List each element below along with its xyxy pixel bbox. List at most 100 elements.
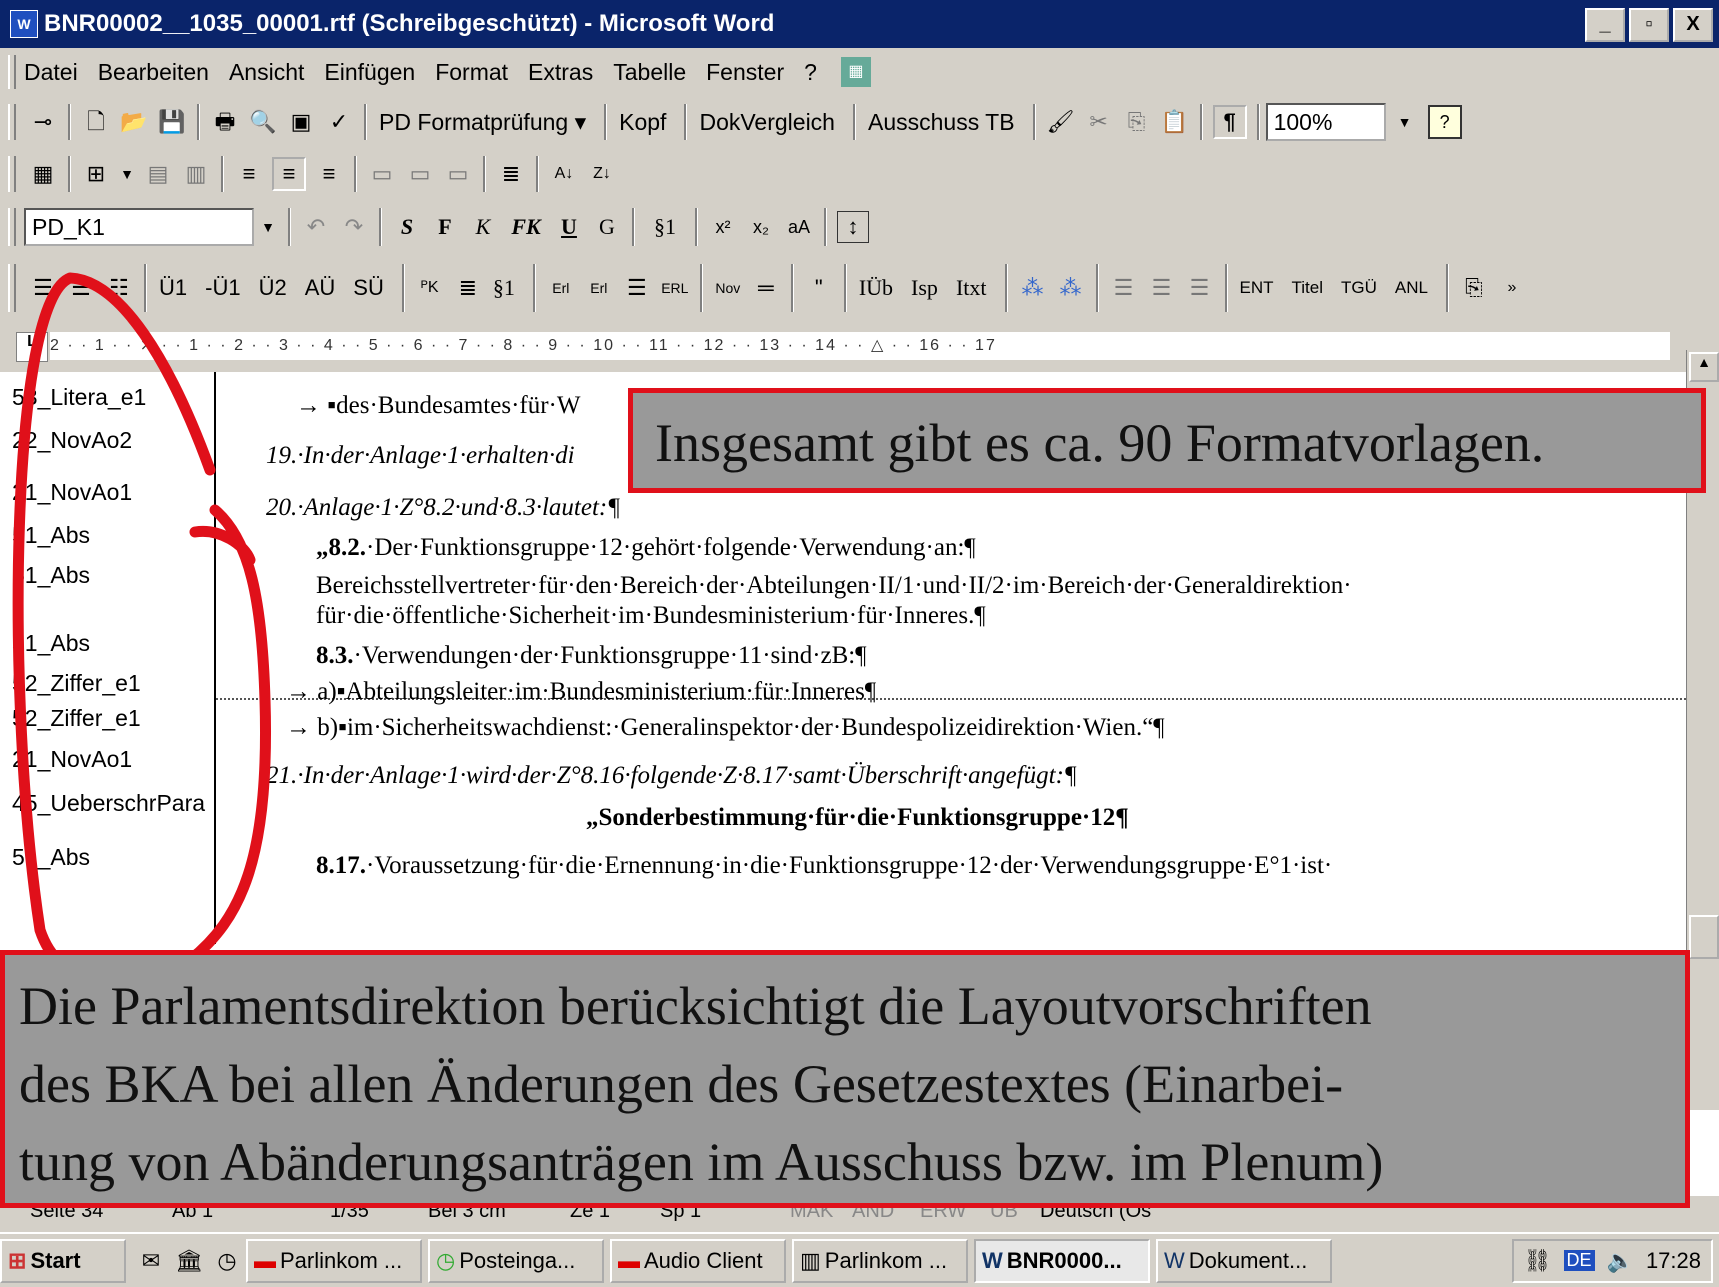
chevron-down-icon[interactable]: ▼ xyxy=(1390,107,1420,137)
word-app-icon[interactable]: W xyxy=(10,10,38,38)
indent2-icon[interactable]: ☰ xyxy=(1147,273,1177,303)
scroll-up-icon[interactable]: ▲ xyxy=(1689,352,1719,382)
cut-icon[interactable]: ✂ xyxy=(1084,107,1114,137)
taskbar-item[interactable]: ▥ Parlinkom ... xyxy=(792,1238,968,1283)
tgu-button[interactable]: TGÜ xyxy=(1335,278,1383,298)
paragraph-button[interactable]: §1 xyxy=(645,212,685,242)
double-line-icon[interactable]: ═ xyxy=(751,273,781,303)
tab-selector-icon[interactable]: L xyxy=(16,332,48,362)
indent-icon[interactable]: ☰ xyxy=(1109,273,1139,303)
dokvergleich-button[interactable]: DokVergleich xyxy=(693,109,841,136)
list-style2-icon[interactable]: ☰ xyxy=(66,273,96,303)
taskbar-item[interactable]: W Dokument... xyxy=(1156,1238,1332,1283)
menu-bearbeiten[interactable]: Bearbeiten xyxy=(98,59,209,86)
u2-button[interactable]: Ü2 xyxy=(253,275,293,301)
iub-button[interactable]: IÜb xyxy=(853,275,899,301)
su-button[interactable]: SÜ xyxy=(347,275,390,301)
track-changes-icon[interactable]: ⁂ xyxy=(1018,273,1048,303)
taskbar-item[interactable]: ◷ Posteinga... xyxy=(428,1238,604,1283)
sort-descending-icon[interactable]: Z↓ xyxy=(587,159,617,189)
pd-formatpruefung-button[interactable]: PD Formatprüfung ▾ xyxy=(373,109,592,136)
spellcheck-icon[interactable]: ✓ xyxy=(324,107,354,137)
start-button[interactable]: ⊞ Start xyxy=(0,1238,126,1283)
taskbar-item[interactable]: ▬ Audio Client xyxy=(610,1238,786,1283)
style-combo[interactable]: PD_K1 xyxy=(24,208,254,246)
menu-grip[interactable] xyxy=(8,55,16,89)
u1-neg-button[interactable]: -Ü1 xyxy=(199,275,246,301)
key-icon[interactable]: ⊸ xyxy=(28,107,58,137)
superscript-icon[interactable]: x² xyxy=(708,212,738,242)
isp-button[interactable]: Isp xyxy=(905,275,944,301)
scroll-thumb[interactable] xyxy=(1689,915,1719,959)
cell-top-icon[interactable]: ▭ xyxy=(367,159,397,189)
indent3-icon[interactable]: ☰ xyxy=(1185,273,1215,303)
maximize-button[interactable]: ▫ xyxy=(1629,8,1669,42)
list-style3-icon[interactable]: ☷ xyxy=(104,273,134,303)
quicklaunch-parlament-icon[interactable]: 🏛 xyxy=(174,1246,204,1276)
erl-icon[interactable]: Erl xyxy=(546,273,576,303)
undo-icon[interactable]: ↶ xyxy=(301,212,331,242)
menu-einfuegen[interactable]: Einfügen xyxy=(324,59,415,86)
quote-icon[interactable]: " xyxy=(804,273,834,303)
format-painter-icon[interactable]: 🖌 xyxy=(1046,107,1076,137)
au-button[interactable]: AÜ xyxy=(299,275,342,301)
taskbar-item-active[interactable]: W BNR0000... xyxy=(974,1238,1150,1283)
track-changes2-icon[interactable]: ⁂ xyxy=(1056,273,1086,303)
close-button[interactable]: X xyxy=(1673,8,1713,42)
ent-button[interactable]: ENT xyxy=(1234,278,1280,298)
merge-cells-icon[interactable]: ▥ xyxy=(181,159,211,189)
menu-extras[interactable]: Extras xyxy=(528,59,593,86)
align-center-icon[interactable]: ≡ xyxy=(272,157,306,191)
zoom-combo[interactable]: 100% xyxy=(1265,103,1386,141)
document-window-icon[interactable]: ▦ xyxy=(840,57,871,87)
insert-table-icon[interactable]: ▤ xyxy=(143,159,173,189)
menu-ansicht[interactable]: Ansicht xyxy=(229,59,304,86)
titel-button[interactable]: Titel xyxy=(1286,278,1330,298)
justify-icon[interactable]: ≣ xyxy=(496,159,526,189)
bold-button[interactable]: F xyxy=(430,212,460,242)
horizontal-ruler[interactable]: L 2 · · 1 · · ⨯ · · 1 · · 2 · · 3 · · 4 … xyxy=(0,322,1719,373)
menu-help[interactable]: ? xyxy=(804,59,817,86)
new-document-icon[interactable]: 🗋 xyxy=(81,107,111,137)
menu-tabelle[interactable]: Tabelle xyxy=(613,59,686,86)
lines-icon[interactable]: ≣ xyxy=(453,273,483,303)
help-icon[interactable]: ? xyxy=(1427,105,1462,139)
network-icon[interactable]: ⛓ xyxy=(1524,1248,1552,1274)
u1-button[interactable]: Ü1 xyxy=(153,275,193,301)
web-preview-icon[interactable]: ▣ xyxy=(286,107,316,137)
nov-icon[interactable]: Nov xyxy=(713,273,743,303)
menu-datei[interactable]: Datei xyxy=(24,59,78,86)
pk-icon[interactable]: ᴾK xyxy=(415,273,445,303)
print-preview-icon[interactable]: 🔍 xyxy=(248,107,278,137)
erl-list-icon[interactable]: ERL xyxy=(660,273,690,303)
list-icon[interactable]: ☰ xyxy=(622,273,652,303)
cell-bottom-icon[interactable]: ▭ xyxy=(443,159,473,189)
erl2-icon[interactable]: Erl xyxy=(584,273,614,303)
print-icon[interactable]: 🖶 xyxy=(210,107,240,137)
itxt-button[interactable]: Itxt xyxy=(950,275,993,301)
menu-fenster[interactable]: Fenster xyxy=(706,59,784,86)
borders-icon[interactable]: ⊞ xyxy=(81,159,111,189)
align-left-icon[interactable]: ≡ xyxy=(234,159,264,189)
para-sign-button[interactable]: §1 xyxy=(487,275,521,301)
copy-doc-icon[interactable]: ⎘ xyxy=(1459,273,1489,303)
paragraph-spacing-icon[interactable]: ↕ xyxy=(837,211,869,243)
align-right-icon[interactable]: ≡ xyxy=(314,159,344,189)
table-icon[interactable]: ▦ xyxy=(28,159,58,189)
chevron-down-icon[interactable]: ▼ xyxy=(258,212,278,242)
subscript-icon[interactable]: x₂ xyxy=(746,212,776,242)
quicklaunch-outlook-icon[interactable]: ✉ xyxy=(136,1246,166,1276)
menu-format[interactable]: Format xyxy=(435,59,508,86)
language-indicator[interactable]: DE xyxy=(1563,1250,1595,1271)
redo-icon[interactable]: ↷ xyxy=(339,212,369,242)
minimize-button[interactable]: _ xyxy=(1585,8,1625,42)
sort-ascending-icon[interactable]: A↓ xyxy=(549,159,579,189)
ausschuss-tb-button[interactable]: Ausschuss TB xyxy=(862,109,1021,136)
volume-icon[interactable]: 🔈 xyxy=(1607,1248,1634,1274)
kopf-button[interactable]: Kopf xyxy=(613,109,672,136)
chevron-down-icon[interactable]: ▼ xyxy=(119,159,135,189)
underline-button[interactable]: U xyxy=(554,212,584,242)
more-chevron-icon[interactable]: » xyxy=(1497,273,1527,303)
anl-button[interactable]: ANL xyxy=(1389,278,1434,298)
g-button[interactable]: G xyxy=(592,212,622,242)
